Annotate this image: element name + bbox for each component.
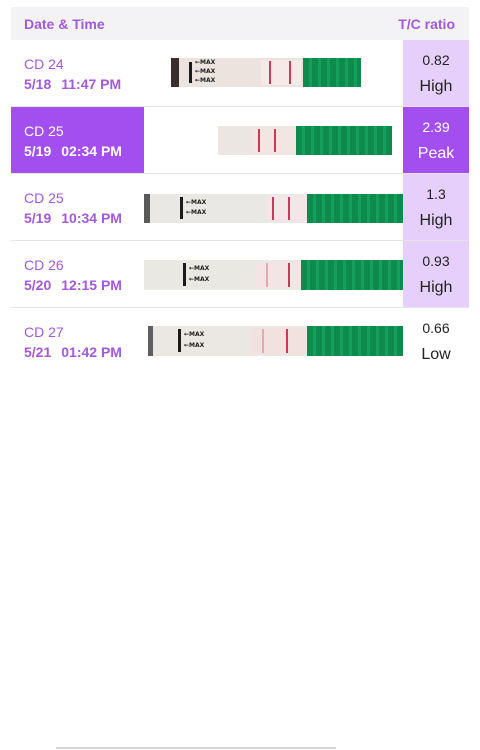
- max-label: ←MAX: [186, 199, 207, 206]
- date-text: 5/19: [24, 143, 52, 159]
- test-line: [266, 263, 268, 287]
- lh-level-label: Low: [421, 346, 451, 363]
- max-label: ←MAX: [184, 342, 205, 349]
- date-cell: CD 27 5/21 01:42 PM: [11, 308, 144, 375]
- max-label: ←MAX: [195, 59, 216, 66]
- date-cell: CD 24 5/18 11:47 PM: [11, 40, 144, 106]
- tc-ratio-value: 1.3: [426, 186, 446, 202]
- date-text: 5/20: [24, 277, 52, 293]
- time-text: 02:34 PM: [61, 143, 122, 159]
- tc-ratio-value: 2.39: [422, 119, 450, 135]
- max-label: ←MAX: [189, 276, 210, 283]
- time-text: 12:15 PM: [61, 277, 122, 293]
- test-strip-image[interactable]: ←MAX ←MAX: [144, 260, 403, 290]
- ratio-cell: 0.93 High: [403, 241, 469, 307]
- control-line: [288, 263, 290, 287]
- date-time-label: 5/20 12:15 PM: [24, 277, 122, 293]
- max-label: ←MAX: [186, 209, 207, 216]
- tc-ratio-column-header[interactable]: T/C ratio: [398, 16, 455, 32]
- date-time-label: 5/18 11:47 PM: [24, 76, 121, 92]
- date-cell: CD 25 5/19 02:34 PM: [11, 107, 144, 173]
- ratio-cell: 1.3 High: [403, 174, 469, 240]
- date-cell: CD 26 5/20 12:15 PM: [11, 241, 144, 307]
- max-label: ←MAX: [195, 68, 216, 75]
- date-text: 5/19: [24, 210, 52, 226]
- date-text: 5/18: [24, 76, 52, 92]
- max-label: ←MAX: [195, 77, 216, 84]
- date-text: 5/21: [24, 344, 52, 360]
- time-text: 01:42 PM: [61, 344, 122, 360]
- ratio-cell: 0.82 High: [403, 40, 469, 106]
- test-line: [258, 129, 260, 152]
- cycle-day-label: CD 25: [24, 123, 64, 139]
- date-time-label: 5/19 10:34 PM: [24, 210, 122, 226]
- test-strip-image[interactable]: ←MAX ←MAX: [148, 326, 403, 356]
- cycle-day-label: CD 25: [24, 190, 64, 206]
- time-text: 10:34 PM: [61, 210, 122, 226]
- tc-ratio-value: 0.66: [422, 320, 450, 336]
- max-label: ←MAX: [189, 265, 210, 272]
- test-strip-image[interactable]: ←MAX ←MAX ←MAX: [171, 58, 361, 87]
- test-row[interactable]: CD 26 5/20 12:15 PM ←MAX ←MAX 0.93 High: [11, 241, 469, 308]
- test-row[interactable]: CD 25 5/19 10:34 PM ←MAX ←MAX 1.3 High: [11, 174, 469, 241]
- test-row[interactable]: CD 27 5/21 01:42 PM ←MAX ←MAX 0.66 Low: [11, 308, 469, 375]
- lh-level-label: High: [419, 78, 453, 95]
- control-line: [286, 329, 288, 353]
- test-row[interactable]: CD 24 5/18 11:47 PM ←MAX ←MAX ←MAX 0.82 H…: [11, 40, 469, 107]
- ratio-cell: 0.66 Low: [403, 308, 469, 375]
- tc-ratio-value: 0.93: [422, 253, 450, 269]
- test-line: [269, 61, 271, 84]
- test-line: [262, 329, 264, 353]
- cycle-day-label: CD 27: [24, 324, 64, 340]
- cycle-day-label: CD 24: [24, 56, 64, 72]
- ratio-cell: 2.39 Peak: [403, 107, 469, 173]
- lh-level-label: Peak: [417, 145, 455, 162]
- table-header: Date & Time T/C ratio: [11, 7, 469, 40]
- control-line: [289, 61, 291, 84]
- test-strip-image[interactable]: [218, 126, 392, 155]
- ovulation-test-history-screen: Date & Time T/C ratio CD 24 5/18 11:47 PM…: [0, 0, 480, 750]
- home-indicator[interactable]: [56, 747, 336, 749]
- date-time-label: 5/19 02:34 PM: [24, 143, 122, 159]
- test-row-selected[interactable]: CD 25 5/19 02:34 PM 2.39 Peak: [11, 107, 469, 174]
- test-results-list: CD 24 5/18 11:47 PM ←MAX ←MAX ←MAX 0.82 H…: [11, 40, 469, 375]
- date-cell: CD 25 5/19 10:34 PM: [11, 174, 144, 240]
- control-line: [274, 129, 276, 152]
- time-text: 11:47 PM: [61, 76, 122, 92]
- control-line: [288, 197, 290, 220]
- lh-level-label: High: [419, 212, 453, 229]
- cycle-day-label: CD 26: [24, 257, 64, 273]
- test-strip-image[interactable]: ←MAX ←MAX: [144, 194, 403, 223]
- date-time-label: 5/21 01:42 PM: [24, 344, 122, 360]
- date-time-column-header[interactable]: Date & Time: [24, 16, 105, 32]
- test-line: [272, 197, 274, 220]
- max-label: ←MAX: [184, 331, 205, 338]
- tc-ratio-value: 0.82: [422, 52, 450, 68]
- lh-level-label: High: [419, 279, 453, 296]
